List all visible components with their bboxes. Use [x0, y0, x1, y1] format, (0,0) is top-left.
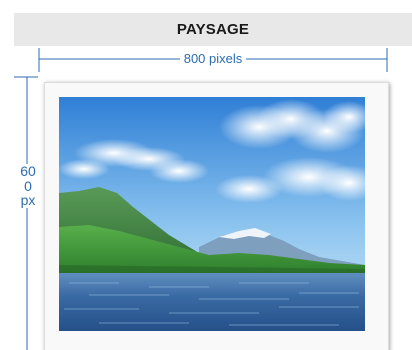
landscape-photo	[59, 97, 365, 331]
width-label: 800 pixels	[179, 51, 247, 66]
landscape-icon	[59, 97, 365, 331]
width-dimension: 800 pixels	[38, 48, 388, 74]
height-dimension-line	[14, 76, 38, 350]
photo-frame	[44, 82, 389, 350]
page-title: PAYSAGE	[176, 21, 250, 38]
page-header: PAYSAGE	[14, 13, 412, 46]
height-dimension: 600 px	[14, 76, 40, 350]
height-label: 600 px	[20, 163, 36, 208]
